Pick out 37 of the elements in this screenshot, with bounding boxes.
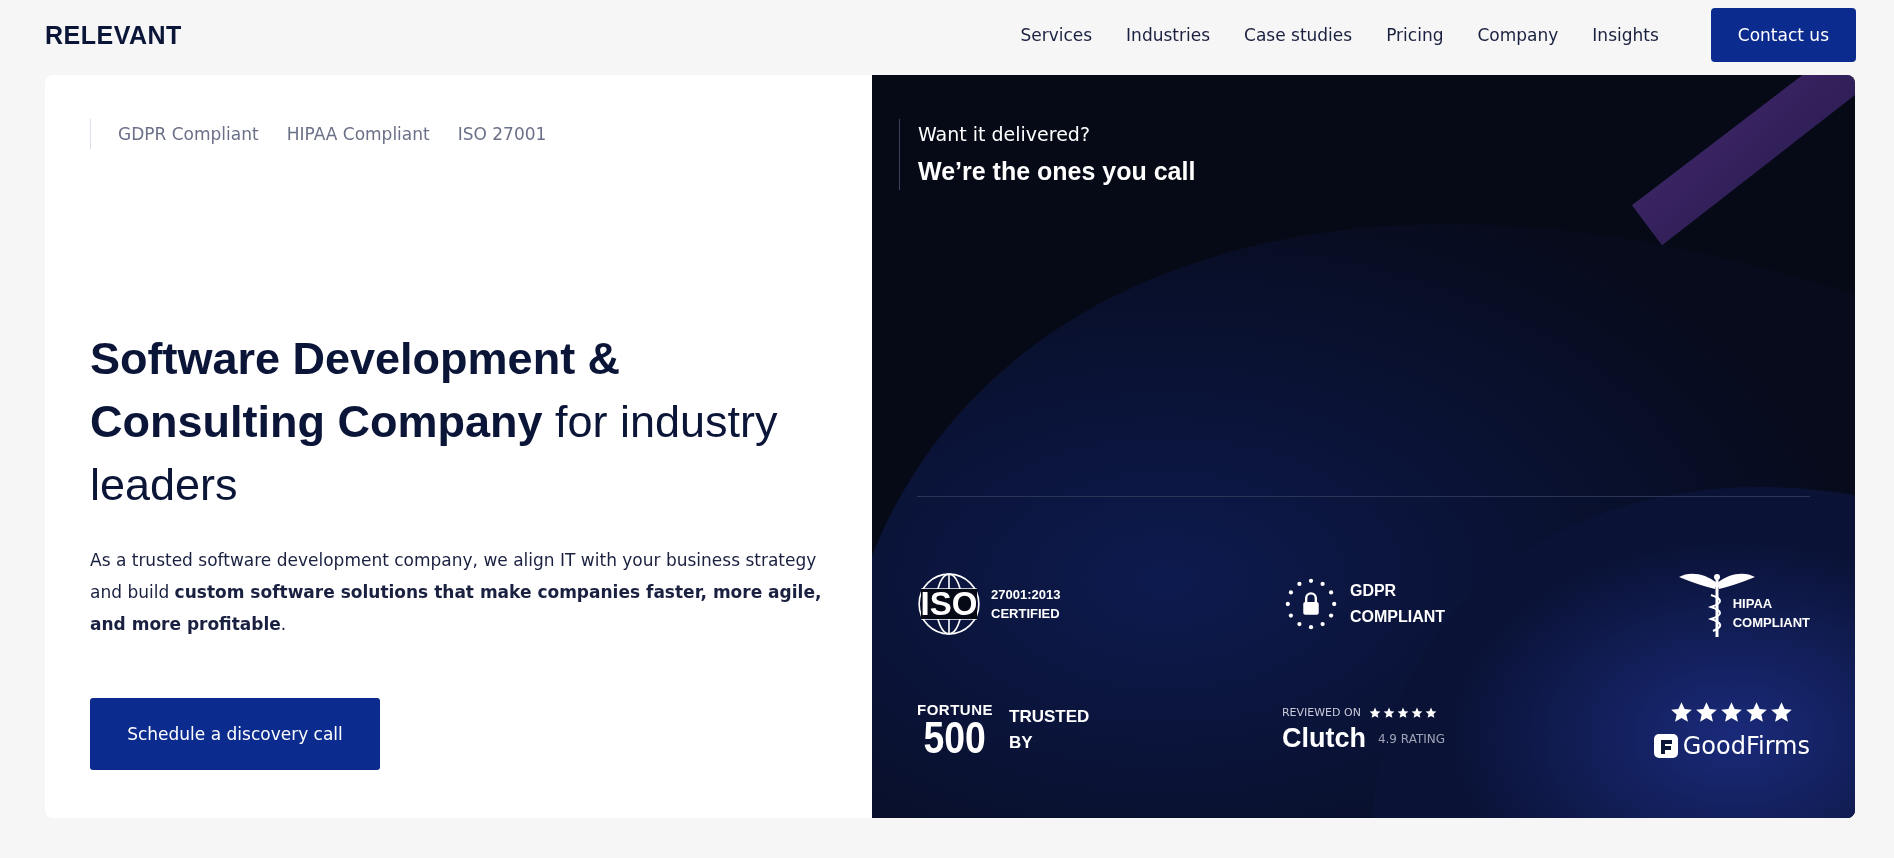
nav-link[interactable]: Services bbox=[1020, 25, 1093, 45]
badge-label: TRUSTED BY bbox=[1009, 706, 1090, 754]
nav-link[interactable]: Case studies bbox=[1244, 25, 1353, 45]
goodfirms-logo: GoodFirms bbox=[1682, 731, 1810, 760]
fortune-mark: FORTUNE bbox=[917, 702, 993, 718]
star-icon bbox=[1410, 706, 1423, 719]
clutch-logo: Clutch bbox=[1281, 723, 1366, 754]
star-icon bbox=[1770, 700, 1794, 724]
schedule-call-button[interactable]: Schedule a discovery call bbox=[90, 698, 380, 770]
panel-headline: We’re the ones you call bbox=[918, 157, 1197, 186]
eyebrow-text: Want it delivered? bbox=[918, 123, 1091, 145]
nav-link[interactable]: Industries bbox=[1126, 25, 1210, 45]
star-icon bbox=[1745, 700, 1769, 724]
star-icon bbox=[1695, 700, 1719, 724]
rating-text: 4.9 RATING bbox=[1377, 731, 1446, 746]
compliance-label: HIPAA Compliant bbox=[286, 124, 430, 144]
nav-link[interactable]: Insights bbox=[1592, 25, 1659, 45]
star-icon bbox=[1382, 706, 1395, 719]
nav-link[interactable]: Company bbox=[1477, 25, 1559, 45]
logo[interactable]: RELEVANT bbox=[45, 20, 182, 50]
nav-link[interactable]: Pricing bbox=[1386, 25, 1444, 45]
compliance-label: GDPR Compliant bbox=[118, 124, 259, 144]
badge-label: GDPR COMPLIANT bbox=[1349, 581, 1446, 627]
compliance-label: ISO 27001 bbox=[457, 124, 547, 144]
iso-mark: ISO bbox=[920, 589, 978, 619]
review-caption: REVIEWED ON bbox=[1281, 706, 1361, 719]
star-icon bbox=[1670, 700, 1694, 724]
badge-label: HIPAA COMPLIANT bbox=[1732, 595, 1810, 632]
fortune-number: 500 bbox=[923, 718, 987, 758]
star-icon bbox=[1396, 706, 1409, 719]
star-icon bbox=[1368, 706, 1381, 719]
hero-description: As a trusted software development company, we align IT with your business strategy and build custom software solutions that make companies faster, more agile, and more profitable. bbox=[90, 549, 823, 636]
star-icon bbox=[1720, 700, 1744, 724]
contact-button[interactable]: Contact us bbox=[1710, 8, 1856, 62]
hero-title: Software Development & Consulting Company for industry leaders bbox=[90, 332, 779, 512]
star-icon bbox=[1424, 706, 1437, 719]
badge-label: 27001:2013 CERTIFIED bbox=[991, 586, 1061, 623]
